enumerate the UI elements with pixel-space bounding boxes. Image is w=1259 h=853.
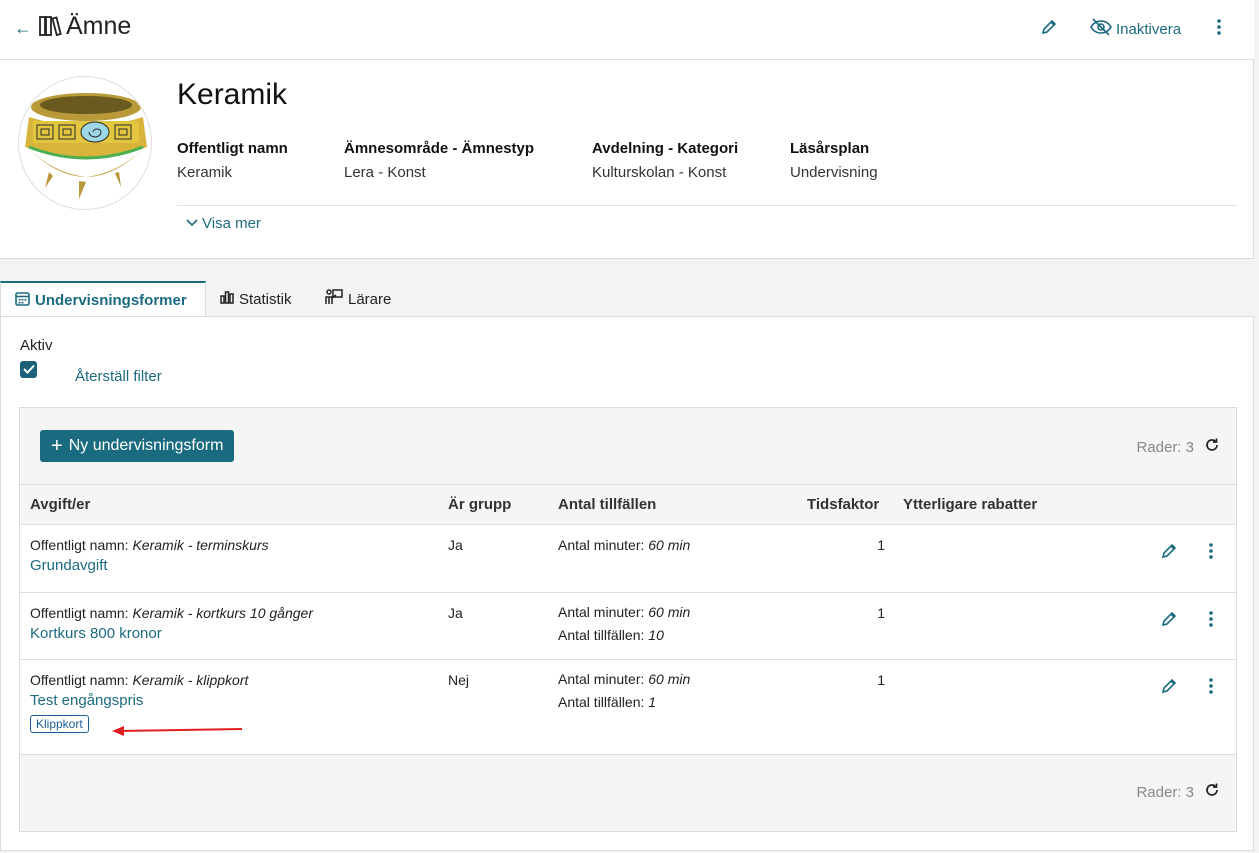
public-name-prefix: Offentligt namn:	[30, 672, 129, 688]
field-label: Offentligt namn	[177, 140, 288, 157]
row-count-top: Rader: 3	[1136, 437, 1220, 457]
subject-image	[18, 76, 152, 210]
minutes-label: Antal minuter:	[558, 604, 645, 620]
fee-link[interactable]: Grundavgift	[30, 557, 269, 574]
column-header[interactable]: Avgift/er	[30, 496, 90, 513]
page-title: Ämne	[66, 12, 132, 40]
refresh-icon[interactable]	[1204, 437, 1220, 457]
fee-cell: Offentligt namn: Keramik - kortkurs 10 g…	[30, 605, 313, 642]
tab-panel: Aktiv Återställ filter + Ny undervisning…	[0, 316, 1254, 851]
field-value: Keramik	[177, 164, 233, 181]
field-value: Kulturskolan - Konst	[592, 164, 727, 181]
row-count-label: Rader: 3	[1136, 783, 1194, 801]
new-button-label: Ny undervisningsform	[68, 437, 224, 454]
field-label: Ämnesområde - Ämnestyp	[344, 140, 535, 157]
minutes-value: 60 min	[648, 671, 691, 687]
occasions-value: 10	[648, 627, 664, 643]
pencil-icon[interactable]	[1040, 18, 1058, 40]
table-header: Avgift/er Är grupp Antal tillfällen Tids…	[20, 484, 1236, 525]
public-name-value: Keramik - terminskurs	[132, 537, 269, 553]
table-row: Offentligt namn: Keramik - klippkort Tes…	[20, 660, 1236, 755]
books-icon	[38, 14, 62, 42]
group-cell: Ja	[448, 605, 463, 621]
bar-chart-icon	[220, 290, 234, 308]
field-value: Undervisning	[790, 164, 878, 181]
chevron-down-icon	[186, 215, 198, 232]
field-label: Avdelning - Kategori	[592, 140, 739, 157]
inactivate-button[interactable]: Inaktivera	[1090, 18, 1181, 40]
group-cell: Nej	[448, 672, 470, 688]
subject-name: Keramik	[177, 78, 288, 111]
field-year-plan: Läsårsplan Undervisning	[790, 140, 878, 181]
reset-filter-link[interactable]: Återställ filter	[75, 368, 162, 385]
row-count-bottom: Rader: 3	[1136, 782, 1220, 802]
occasions-cell: Antal minuter: 60 min Antal tillfällen: …	[558, 668, 690, 714]
occasions-label: Antal tillfällen:	[558, 694, 645, 710]
tab-undervisningsformer[interactable]: Undervisningsformer	[0, 281, 206, 317]
public-name-prefix: Offentligt namn:	[30, 605, 129, 621]
tab-larare[interactable]: Lärare	[325, 281, 391, 317]
time-factor-cell: 1	[877, 672, 885, 688]
tab-label: Lärare	[348, 290, 392, 308]
page-header: ← Ämne Inaktivera	[0, 0, 1254, 60]
teaching-forms-grid: + Ny undervisningsform Rader: 3 Avgift/e…	[19, 407, 1237, 832]
minutes-value: 60 min	[648, 604, 691, 620]
show-more-button[interactable]: Visa mer	[186, 215, 261, 232]
minutes-label: Antal minuter:	[558, 537, 645, 553]
column-header[interactable]: Ytterligare rabatter	[903, 496, 1037, 513]
refresh-icon[interactable]	[1204, 782, 1220, 802]
field-department: Avdelning - Kategori Kulturskolan - Kons…	[592, 140, 738, 181]
occasions-value: 1	[648, 694, 657, 710]
time-factor-cell: 1	[877, 605, 885, 621]
table-row: Offentligt namn: Keramik - terminskurs G…	[20, 525, 1236, 593]
subject-card: Keramik Offentligt namn Keramik Ämnesomr…	[0, 60, 1254, 259]
fee-cell: Offentligt namn: Keramik - terminskurs G…	[30, 537, 269, 574]
occasions-cell: Antal minuter: 60 min Antal tillfällen: …	[558, 601, 690, 647]
fee-link[interactable]: Kortkurs 800 kronor	[30, 625, 313, 642]
pencil-icon[interactable]	[1160, 610, 1178, 631]
column-header[interactable]: Tidsfaktor	[807, 496, 879, 513]
fee-link[interactable]: Test engångspris	[30, 692, 248, 709]
table-row: Offentligt namn: Keramik - kortkurs 10 g…	[20, 593, 1236, 660]
kebab-icon[interactable]	[1204, 542, 1218, 563]
pencil-icon[interactable]	[1160, 542, 1178, 563]
column-header[interactable]: Är grupp	[448, 496, 511, 513]
arrow-left-icon[interactable]: ←	[14, 18, 32, 39]
plus-icon: +	[51, 435, 63, 457]
field-label: Läsårsplan	[790, 140, 870, 157]
public-name-value: Keramik - klippkort	[132, 672, 249, 688]
check-icon	[22, 361, 35, 378]
field-subject-area: Ämnesområde - Ämnestyp Lera - Konst	[344, 140, 534, 181]
tab-label: Undervisningsformer	[35, 291, 187, 309]
group-cell: Ja	[448, 537, 463, 553]
calendar-icon	[15, 291, 30, 310]
active-filter-label: Aktiv	[20, 337, 53, 354]
kebab-icon[interactable]	[1204, 610, 1218, 631]
inactivate-label: Inaktivera	[1116, 20, 1182, 38]
teacher-icon	[325, 289, 343, 309]
field-value: Lera - Konst	[344, 164, 426, 181]
row-count-label: Rader: 3	[1136, 438, 1194, 456]
column-header[interactable]: Antal tillfällen	[558, 496, 656, 513]
occasions-cell: Antal minuter: 60 min	[558, 537, 690, 553]
kebab-icon[interactable]	[1204, 677, 1218, 698]
show-more-label: Visa mer	[202, 215, 261, 232]
occasions-label: Antal tillfällen:	[558, 627, 645, 643]
tab-label: Statistik	[239, 290, 292, 308]
time-factor-cell: 1	[877, 537, 885, 553]
public-name-prefix: Offentligt namn:	[30, 537, 129, 553]
divider	[177, 205, 1237, 206]
minutes-value: 60 min	[648, 537, 691, 553]
eye-off-icon	[1090, 18, 1112, 40]
minutes-label: Antal minuter:	[558, 671, 645, 687]
clipcard-badge: Klippkort	[30, 715, 89, 733]
field-public-name: Offentligt namn Keramik	[177, 140, 288, 181]
annotation-arrow-icon	[112, 724, 247, 741]
new-teaching-form-button[interactable]: + Ny undervisningsform	[40, 430, 235, 462]
public-name-value: Keramik - kortkurs 10 gånger	[132, 605, 313, 621]
pencil-icon[interactable]	[1160, 677, 1178, 698]
kebab-icon[interactable]	[1212, 18, 1226, 40]
tab-statistik[interactable]: Statistik	[220, 281, 292, 317]
active-checkbox[interactable]	[20, 361, 37, 378]
